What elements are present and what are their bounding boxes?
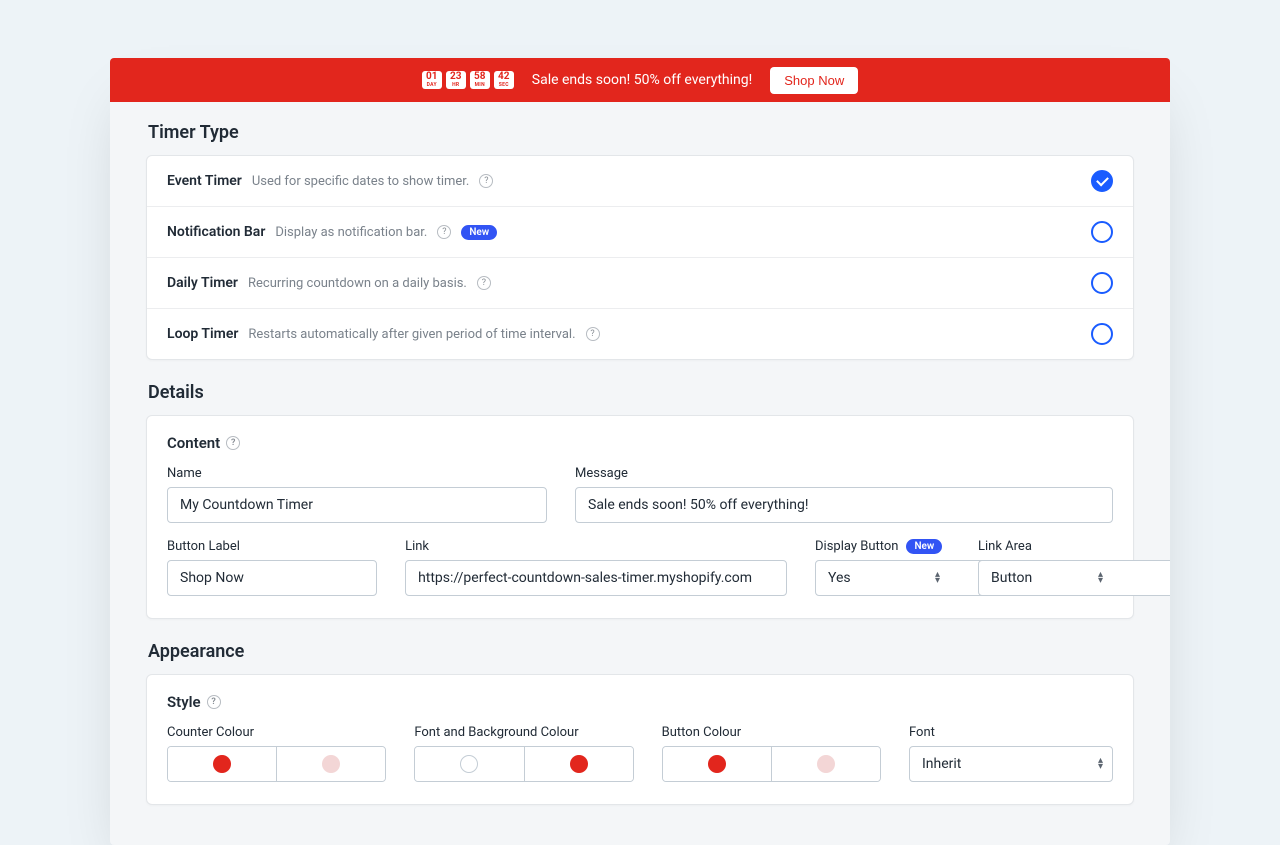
counter-sec: 42 SEC <box>494 71 514 89</box>
name-label: Name <box>167 466 547 481</box>
font-label: Font <box>909 725 1113 740</box>
display-button-label: Display Button New <box>815 539 950 554</box>
preview-banner: 01 DAY 23 HR 58 MIN 42 SEC Sale ends soo… <box>110 58 1170 102</box>
banner-message: Sale ends soon! 50% off everything! <box>532 72 752 88</box>
counter-hr: 23 HR <box>446 71 466 89</box>
radio-unselected-icon[interactable] <box>1091 221 1113 243</box>
name-input[interactable] <box>167 487 547 523</box>
counter-sec-unit: SEC <box>494 83 514 88</box>
counter-min-unit: MIN <box>470 83 490 88</box>
message-label: Message <box>575 466 1113 481</box>
help-icon[interactable]: ? <box>586 327 600 341</box>
help-icon[interactable]: ? <box>479 174 493 188</box>
timer-type-name: Event Timer <box>167 173 242 189</box>
button-colour-b[interactable] <box>771 747 880 781</box>
colour-dot <box>570 755 588 773</box>
counter-hr-unit: HR <box>446 83 466 88</box>
colour-dot <box>708 755 726 773</box>
timer-type-desc: Display as notification bar. <box>275 225 427 240</box>
fontbg-colour-a[interactable] <box>415 747 523 781</box>
counter-day: 01 DAY <box>422 71 442 89</box>
counter-hr-num: 23 <box>446 72 466 82</box>
button-label-label: Button Label <box>167 539 377 554</box>
radio-unselected-icon[interactable] <box>1091 323 1113 345</box>
counter-colour-label: Counter Colour <box>167 725 386 740</box>
link-area-label: Link Area <box>978 539 1113 554</box>
counter-min-num: 58 <box>470 72 490 82</box>
content-title-text: Content <box>167 434 220 452</box>
counter-colour-a[interactable] <box>168 747 276 781</box>
fontbg-colour-label: Font and Background Colour <box>414 725 633 740</box>
message-input[interactable] <box>575 487 1113 523</box>
message-field-group: Message <box>575 466 1113 523</box>
timer-type-option-event[interactable]: Event Timer Used for specific dates to s… <box>147 156 1133 207</box>
details-heading: Details <box>148 382 1134 403</box>
radio-unselected-icon[interactable] <box>1091 272 1113 294</box>
counter-sec-num: 42 <box>494 72 514 82</box>
fontbg-colour-swatches <box>414 746 633 782</box>
counter-colour-swatches <box>167 746 386 782</box>
timer-type-name: Notification Bar <box>167 224 265 240</box>
font-select[interactable] <box>909 746 1113 782</box>
colour-dot <box>460 755 478 773</box>
link-area-select[interactable] <box>978 560 1170 596</box>
display-button-label-text: Display Button <box>815 539 898 554</box>
fontbg-colour-b[interactable] <box>524 747 633 781</box>
form-body: Timer Type Event Timer Used for specific… <box>110 102 1170 845</box>
timer-type-option-notification[interactable]: Notification Bar Display as notification… <box>147 207 1133 258</box>
radio-selected-icon[interactable] <box>1091 170 1113 192</box>
button-colour-label: Button Colour <box>662 725 881 740</box>
timer-type-heading: Timer Type <box>148 122 1134 143</box>
font-field-group: Font ▴▾ <box>909 725 1113 782</box>
timer-type-option-loop[interactable]: Loop Timer Restarts automatically after … <box>147 309 1133 359</box>
content-card: Content ? Name Message Button Label <box>146 415 1134 619</box>
style-card-title: Style ? <box>167 693 1113 711</box>
name-field-group: Name <box>167 466 547 523</box>
help-icon[interactable]: ? <box>207 695 221 709</box>
help-icon[interactable]: ? <box>226 436 240 450</box>
help-icon[interactable]: ? <box>437 225 451 239</box>
new-badge: New <box>461 225 497 240</box>
counter-colour-b[interactable] <box>276 747 385 781</box>
style-title-text: Style <box>167 693 201 711</box>
colour-dot <box>213 755 231 773</box>
new-badge: New <box>906 539 942 554</box>
countdown-counter: 01 DAY 23 HR 58 MIN 42 SEC <box>422 71 514 89</box>
display-button-field-group: Display Button New ▴▾ <box>815 539 950 596</box>
counter-min: 58 MIN <box>470 71 490 89</box>
timer-type-desc: Restarts automatically after given perio… <box>248 327 575 342</box>
button-label-field-group: Button Label <box>167 539 377 596</box>
appearance-heading: Appearance <box>148 641 1134 662</box>
counter-colour-group: Counter Colour <box>167 725 386 782</box>
button-colour-a[interactable] <box>663 747 771 781</box>
help-icon[interactable]: ? <box>477 276 491 290</box>
banner-cta-button[interactable]: Shop Now <box>770 67 858 94</box>
link-label: Link <box>405 539 787 554</box>
timer-type-card: Event Timer Used for specific dates to s… <box>146 155 1134 360</box>
page-container: 01 DAY 23 HR 58 MIN 42 SEC Sale ends soo… <box>110 58 1170 845</box>
style-card: Style ? Counter Colour Font and Backgrou… <box>146 674 1134 805</box>
colour-dot <box>817 755 835 773</box>
button-label-input[interactable] <box>167 560 377 596</box>
content-card-title: Content ? <box>167 434 1113 452</box>
timer-type-desc: Recurring countdown on a daily basis. <box>248 276 467 291</box>
counter-day-unit: DAY <box>422 83 442 88</box>
timer-type-name: Loop Timer <box>167 326 238 342</box>
fontbg-colour-group: Font and Background Colour <box>414 725 633 782</box>
timer-type-option-daily[interactable]: Daily Timer Recurring countdown on a dai… <box>147 258 1133 309</box>
button-colour-group: Button Colour <box>662 725 881 782</box>
colour-dot <box>322 755 340 773</box>
link-input[interactable] <box>405 560 787 596</box>
counter-day-num: 01 <box>422 72 442 82</box>
link-area-field-group: Link Area ▴▾ <box>978 539 1113 596</box>
link-field-group: Link <box>405 539 787 596</box>
timer-type-desc: Used for specific dates to show timer. <box>252 174 470 189</box>
timer-type-name: Daily Timer <box>167 275 238 291</box>
button-colour-swatches <box>662 746 881 782</box>
